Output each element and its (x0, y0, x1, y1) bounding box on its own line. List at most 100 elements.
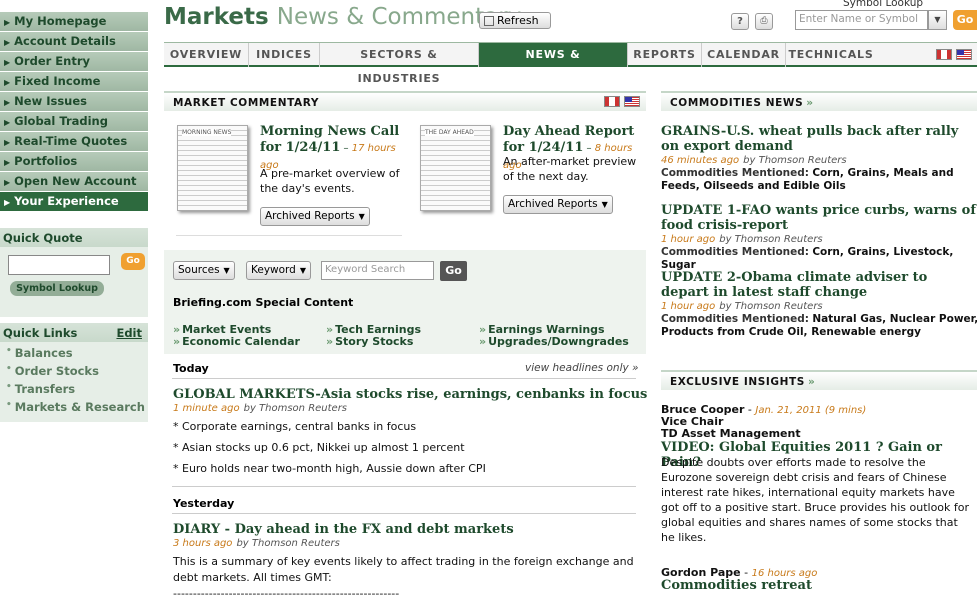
keyword-search-input[interactable]: Keyword Search (321, 261, 434, 280)
quick-links-title: Quick Links Edit (0, 323, 148, 342)
news-byline: 1 minute ago by Thomson Reuters (173, 403, 348, 414)
tab-calendar[interactable]: CALENDAR (702, 43, 786, 67)
triangle-right-icon: ▶ (4, 178, 11, 187)
quick-link-order-stocks[interactable]: • Order Stocks (6, 364, 148, 382)
tab-technicals[interactable]: TECHNICALS (786, 43, 876, 67)
news-bullet: * Corporate earnings, central banks in f… (173, 420, 417, 433)
news-filter-panel: Sources ▼ Keyword ▼ Keyword Search Go Brie… (164, 250, 646, 354)
nav-order-entry[interactable]: ▶ Order Entry (0, 52, 148, 72)
quick-quote-title: Quick Quote (0, 228, 148, 247)
us-flag-icon[interactable] (624, 96, 640, 107)
morning-news-thumbnail[interactable]: MORNING NEWS (177, 125, 248, 211)
insight-body: Despite doubts over efforts made to reso… (661, 456, 970, 544)
bullet-icon: • (6, 364, 12, 374)
commodity-byline: 1 hour ago by Thomson Reuters (661, 234, 823, 245)
left-sidebar: ▶ My Homepage ▶ Account Details ▶ Order Ent… (0, 12, 148, 422)
quick-link-markets-research[interactable]: • Markets & Research (6, 400, 148, 418)
news-bullet: * Asian stocks up 0.6 pct, Nikkei up alm… (173, 441, 465, 454)
commodity-headline[interactable]: UPDATE 1-FAO wants price curbs, warns of… (661, 203, 977, 233)
nav-open-new-account[interactable]: ▶ Open New Account (0, 172, 148, 192)
commodities-news-header[interactable]: COMMODITIES NEWS» (661, 91, 977, 111)
nav-my-homepage[interactable]: ▶ My Homepage (0, 12, 148, 32)
symbol-search-input[interactable]: Enter Name or Symbol (795, 10, 928, 30)
keyword-dropdown[interactable]: Keyword ▼ (246, 261, 312, 280)
today-label: Today (173, 362, 209, 375)
triangle-right-icon: ▶ (4, 38, 11, 47)
bullet-icon: • (6, 382, 12, 392)
nav-portfolios[interactable]: ▶ Portfolios (0, 152, 148, 172)
page-title: Markets News & Commentary (164, 4, 522, 30)
divider (176, 235, 402, 236)
market-commentary-header: MARKET COMMENTARY (164, 91, 646, 111)
tab-reports[interactable]: REPORTS (628, 43, 702, 67)
link-story-stocks[interactable]: » Story Stocks (326, 335, 413, 348)
symbol-lookup-button[interactable]: Symbol Lookup (10, 281, 104, 296)
symbol-lookup-label[interactable]: Symbol Lookup (843, 0, 923, 9)
news-headline[interactable]: GLOBAL MARKETS-Asia stocks rise, earning… (173, 387, 647, 402)
keyword-search-go-button[interactable]: Go (440, 261, 467, 281)
symbol-search-go-button[interactable]: Go (953, 10, 977, 30)
chevron-down-icon: ▼ (601, 200, 608, 209)
nav-new-issues[interactable]: ▶ New Issues (0, 92, 148, 112)
insight-author-org: TD Asset Management (661, 427, 801, 440)
news-rule: ----------------------------------------… (173, 587, 400, 595)
quick-quote-panel: Quick Quote Go Symbol Lookup (0, 228, 148, 317)
quick-link-transfers[interactable]: • Transfers (6, 382, 148, 400)
commodities-mentioned: Commodities Mentioned: Corn, Grains, Mea… (661, 167, 954, 192)
tab-news-commentary[interactable]: NEWS & COMMENTARY (479, 43, 628, 85)
chevron-down-icon: ▼ (358, 212, 365, 221)
morning-news-description: A pre-market overview of the day's event… (260, 167, 400, 195)
news-byline: 3 hours ago by Thomson Reuters (173, 538, 340, 549)
nav-global-trading[interactable]: ▶ Global Trading (0, 112, 148, 132)
insight-headline[interactable]: Commodities retreat (661, 578, 977, 593)
nav-your-experience[interactable]: ▶ Your Experience (0, 192, 148, 212)
quick-quote-go-button[interactable]: Go (121, 253, 145, 270)
nav-fixed-income[interactable]: ▶ Fixed Income (0, 72, 148, 92)
commodity-headline[interactable]: UPDATE 2-Obama climate adviser to depart… (661, 270, 977, 300)
double-chevron-right-icon: » (807, 376, 816, 388)
canada-flag-icon[interactable] (604, 96, 620, 107)
exclusive-insights-header[interactable]: EXCLUSIVE INSIGHTS» (661, 370, 977, 390)
print-icon[interactable]: ⎙ (755, 13, 773, 30)
triangle-right-icon: ▶ (4, 98, 11, 107)
triangle-right-icon: ▶ (4, 118, 11, 127)
tab-sectors-industries[interactable]: SECTORS & INDUSTRIES (320, 43, 479, 85)
triangle-right-icon: ▶ (4, 158, 11, 167)
divider (172, 486, 636, 487)
tab-indices[interactable]: INDICES (249, 43, 320, 67)
triangle-right-icon: ▶ (4, 58, 11, 67)
divider (172, 513, 636, 514)
quick-link-balances[interactable]: • Balances (6, 346, 148, 364)
nav-account-details[interactable]: ▶ Account Details (0, 32, 148, 52)
commodities-mentioned: Commodities Mentioned: Corn, Grains, Liv… (661, 246, 954, 271)
briefing-title: Briefing.com Special Content (173, 296, 354, 309)
triangle-right-icon: ▶ (4, 138, 11, 147)
link-economic-calendar[interactable]: » Economic Calendar (173, 335, 300, 348)
day-ahead-thumbnail[interactable]: THE DAY AHEAD (420, 125, 491, 211)
divider (172, 378, 636, 379)
morning-archived-reports-dropdown[interactable]: Archived Reports ▼ (260, 207, 370, 226)
commodity-headline[interactable]: GRAINS-U.S. wheat pulls back after rally… (661, 124, 977, 154)
view-headlines-only-link[interactable]: view headlines only » (525, 362, 639, 374)
canada-flag-icon[interactable] (936, 49, 952, 60)
nav-real-time-quotes[interactable]: ▶ Real-Time Quotes (0, 132, 148, 152)
quick-links-edit-link[interactable]: Edit (116, 326, 142, 340)
triangle-right-icon: ▶ (4, 78, 11, 87)
tab-overview[interactable]: OVERVIEW (164, 43, 249, 67)
day-ahead-archived-reports-dropdown[interactable]: Archived Reports ▼ (503, 195, 613, 214)
help-icon[interactable]: ? (731, 13, 749, 30)
sources-dropdown[interactable]: Sources ▼ (173, 261, 235, 280)
chevron-down-icon[interactable]: ▼ (928, 10, 947, 30)
us-flag-icon[interactable] (956, 49, 972, 60)
link-upgrades-downgrades[interactable]: » Upgrades/Downgrades (479, 335, 629, 348)
triangle-right-icon: ▶ (4, 18, 11, 27)
yesterday-label: Yesterday (173, 497, 235, 510)
news-summary: This is a summary of key events likely t… (173, 555, 634, 584)
commodities-mentioned: Commodities Mentioned: Natural Gas, Nucl… (661, 313, 977, 338)
news-bullet: * Euro holds near two-month high, Aussie… (173, 462, 486, 475)
quick-quote-input[interactable] (8, 255, 110, 275)
refresh-button[interactable]: Refresh (479, 12, 551, 29)
news-headline[interactable]: DIARY - Day ahead in the FX and debt mar… (173, 522, 514, 537)
double-chevron-right-icon: » (806, 97, 814, 109)
bullet-icon: • (6, 346, 12, 356)
